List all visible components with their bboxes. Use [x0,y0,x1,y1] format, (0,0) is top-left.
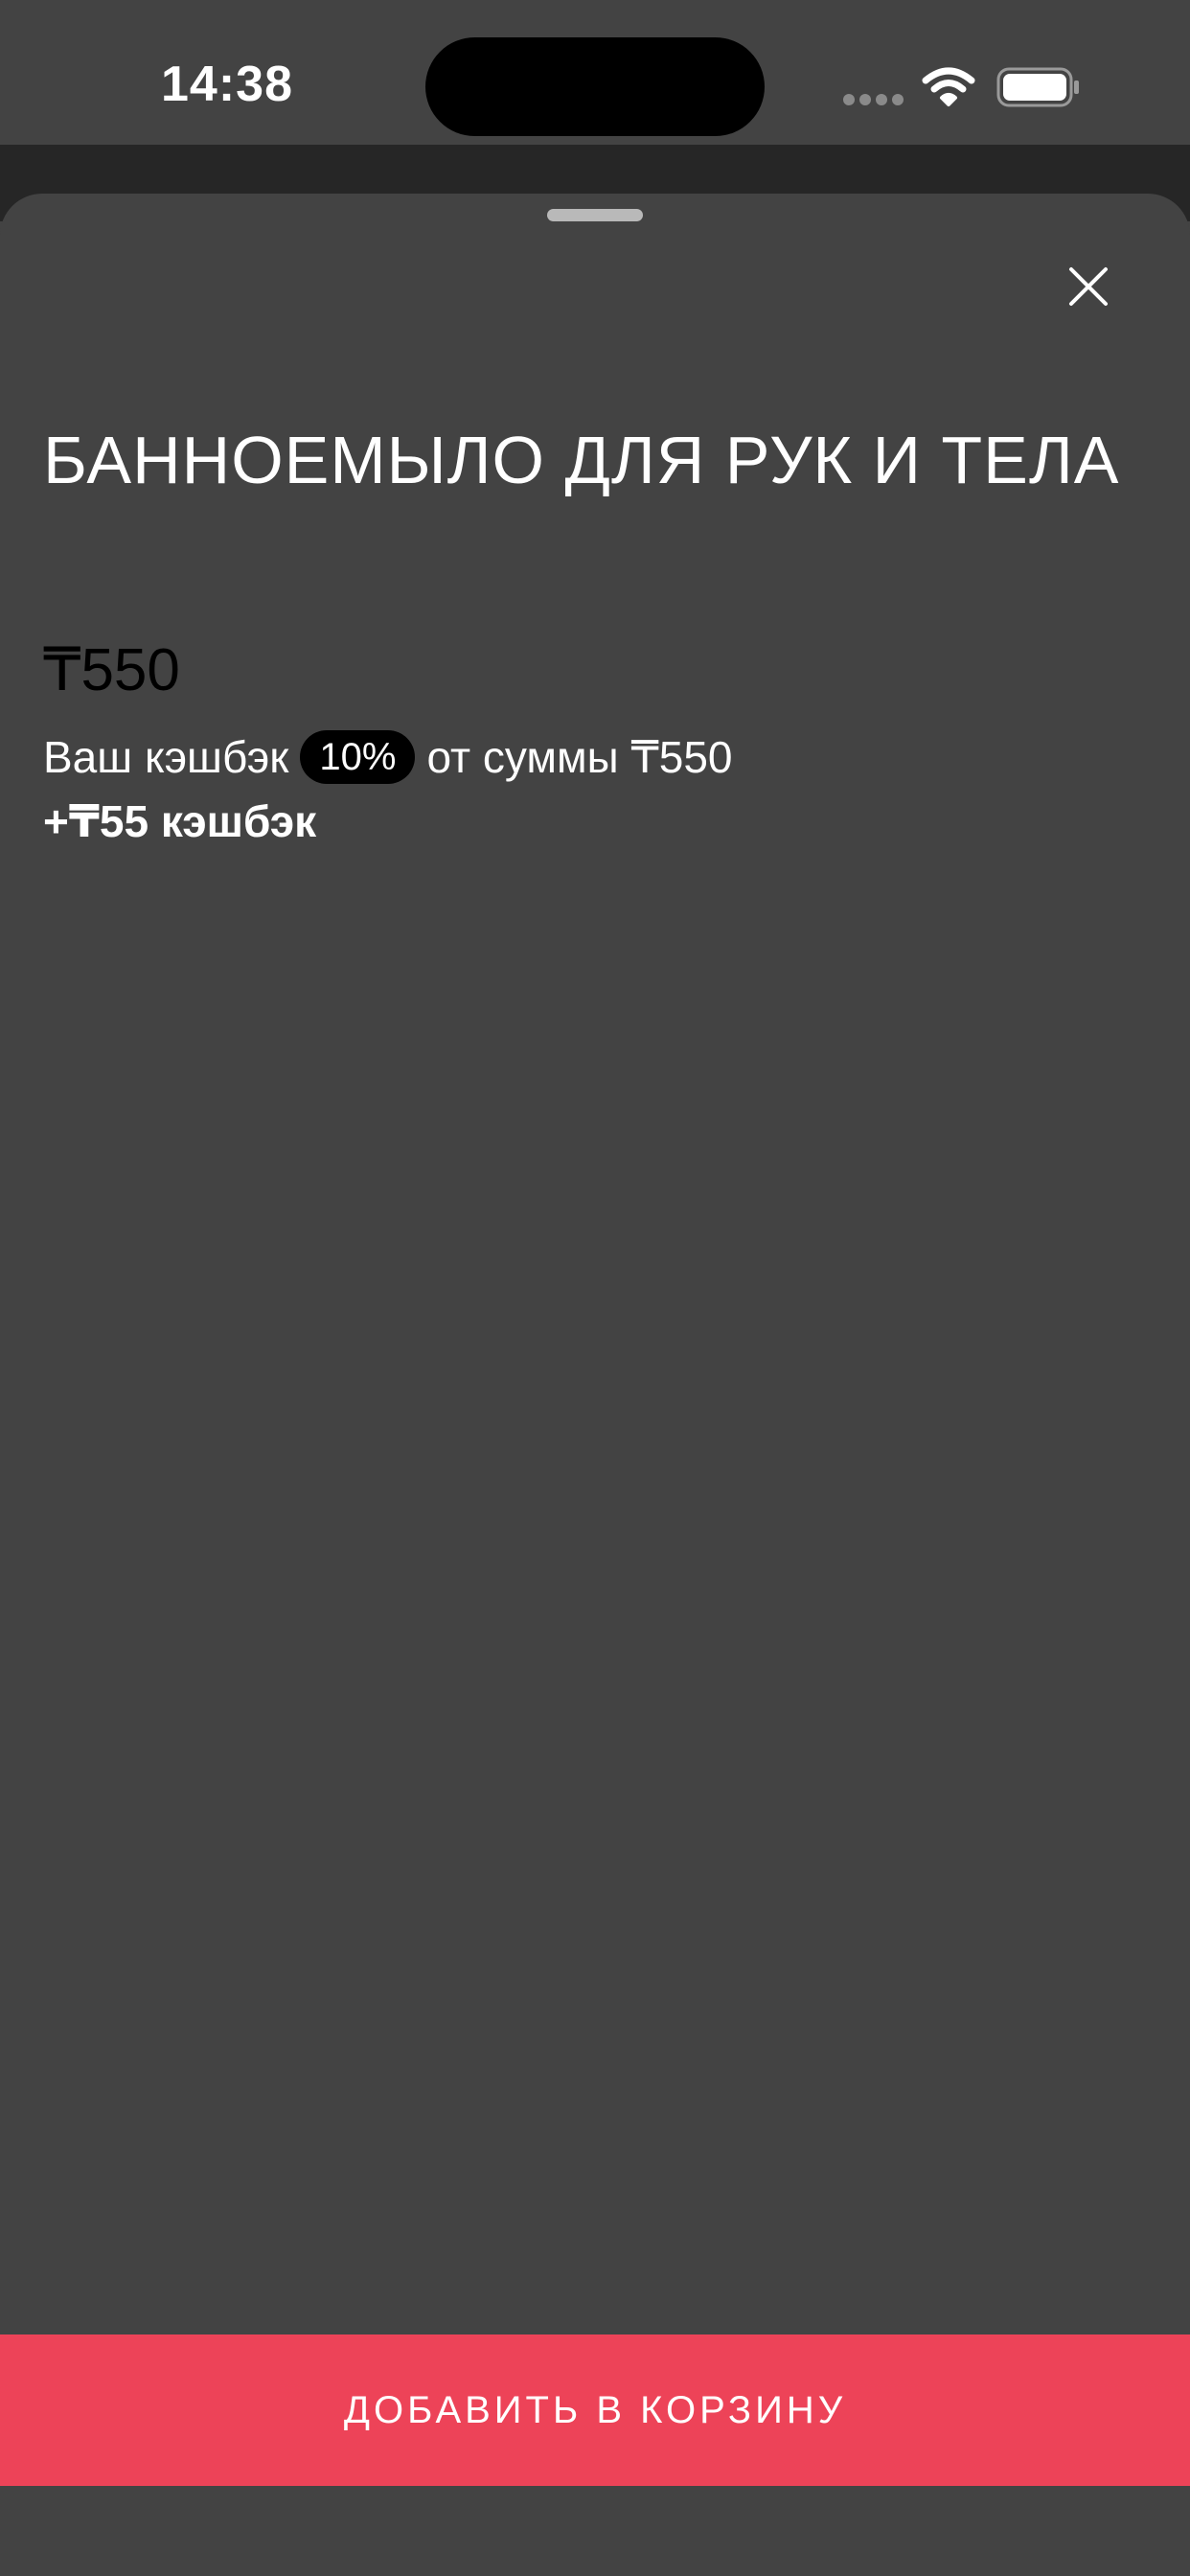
add-to-cart-button[interactable]: ДОБАВИТЬ В КОРЗИНУ [0,2334,1190,2486]
close-icon[interactable] [1058,256,1119,317]
status-time: 14:38 [161,57,293,112]
cashback-amount: +₸55 кэшбэк [43,796,317,846]
cashback-percent-badge: 10% [300,730,416,784]
cashback-suffix: от суммы ₸550 [426,732,733,782]
product-detail-screen: 14:38 БАННОЕМЫЛО ДЛЯ РУК И ТЕЛА ₸550 Ваш… [0,0,1190,2576]
product-title: БАННОЕМЫЛО ДЛЯ РУК И ТЕЛА [43,423,1120,497]
dynamic-island [425,37,765,136]
cashback-info: Ваш кэшбэк 10% от суммы ₸550 [43,730,732,784]
wifi-icon [922,67,975,106]
sheet-grabber[interactable] [547,209,643,221]
cashback-prefix: Ваш кэшбэк [43,732,289,782]
product-price: ₸550 [43,637,180,703]
signal-dots-icon [843,94,904,105]
bottom-sheet: БАННОЕМЫЛО ДЛЯ РУК И ТЕЛА ₸550 Ваш кэшбэ… [0,194,1190,2576]
status-bar: 14:38 [0,0,1190,145]
battery-icon [996,67,1079,107]
